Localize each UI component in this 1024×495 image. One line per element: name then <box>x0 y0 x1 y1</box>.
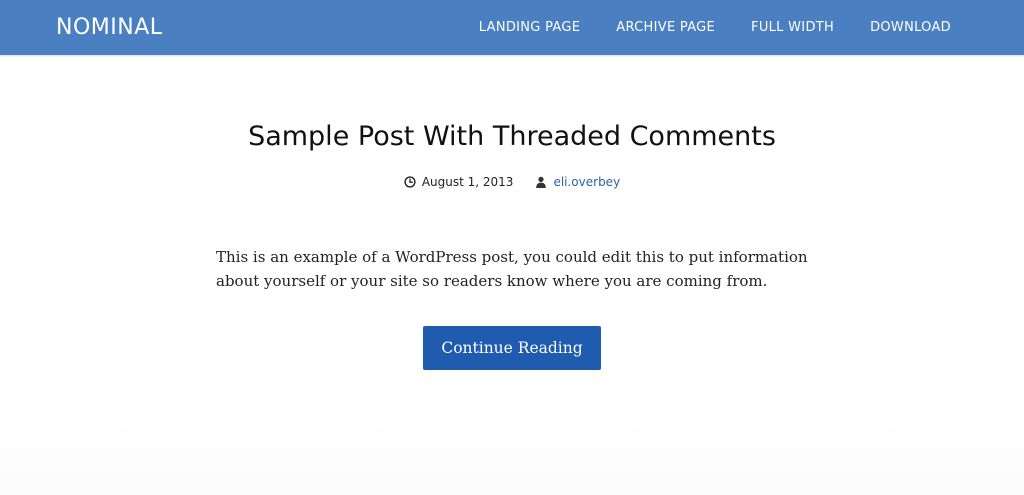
nav-item-download[interactable]: DOWNLOAD <box>870 20 951 36</box>
nav-item-landing-page[interactable]: LANDING PAGE <box>479 20 581 36</box>
post-excerpt: This is an example of a WordPress post, … <box>216 248 808 290</box>
site-title-link[interactable]: NOMINAL <box>56 15 163 41</box>
clock-icon <box>404 176 416 188</box>
nav-item-full-width[interactable]: FULL WIDTH <box>751 20 834 36</box>
author-link[interactable]: eli.overbey <box>553 174 620 190</box>
main-nav: LANDING PAGE ARCHIVE PAGE FULL WIDTH DOW… <box>479 20 951 36</box>
post-author: eli.overbey <box>535 174 620 190</box>
user-icon <box>536 176 547 188</box>
continue-reading-button[interactable]: Continue Reading <box>423 326 601 370</box>
post-date: August 1, 2013 <box>404 174 514 190</box>
post-title[interactable]: Sample Post With Threaded Comments <box>0 120 1024 154</box>
post-date-text: August 1, 2013 <box>421 175 514 189</box>
site-header: NOMINAL LANDING PAGE ARCHIVE PAGE FULL W… <box>0 0 1024 55</box>
page-bottom-area <box>0 420 1024 495</box>
nav-item-archive-page[interactable]: ARCHIVE PAGE <box>616 20 715 36</box>
post-meta: August 1, 2013 eli.overbey <box>0 174 1024 190</box>
